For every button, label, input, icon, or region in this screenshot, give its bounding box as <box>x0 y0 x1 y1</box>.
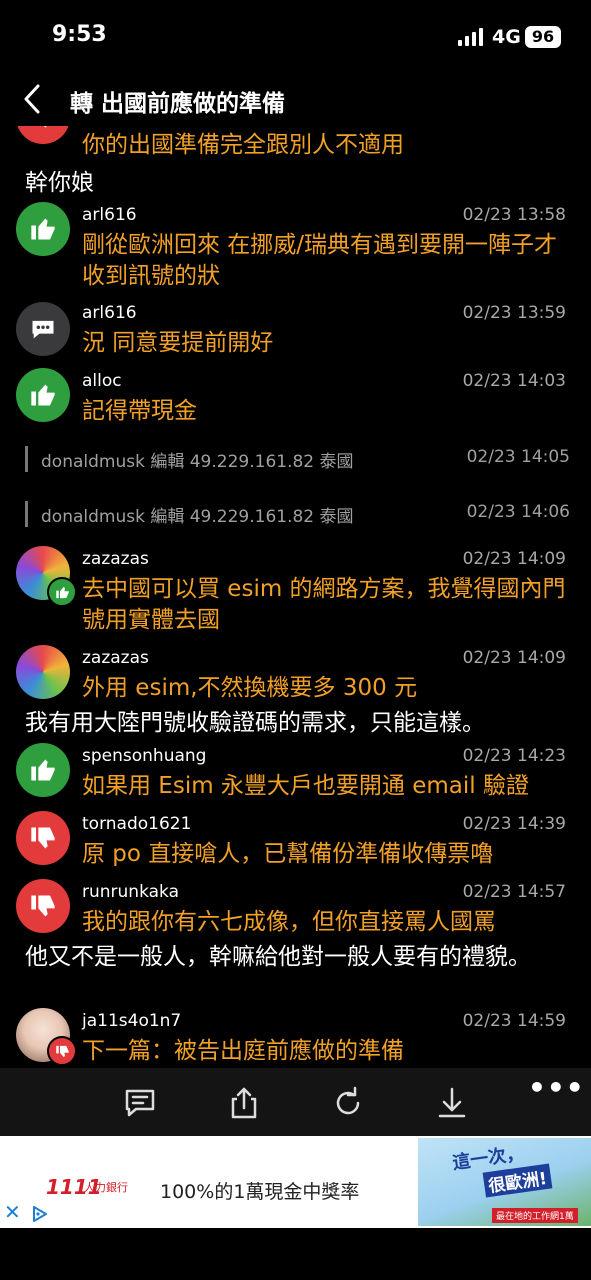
back-arrow-icon[interactable] <box>20 82 48 116</box>
download-button[interactable] <box>434 1085 470 1121</box>
comment-timestamp: 02/23 14:59 <box>462 1011 566 1031</box>
status-time: 9:53 <box>52 22 107 47</box>
comment-username[interactable]: zazazas <box>82 648 149 668</box>
thumbs-up-icon <box>31 218 55 240</box>
ad-text[interactable]: 100%的1萬現金中獎率 <box>160 1177 359 1204</box>
thumbs-down-icon <box>31 895 55 917</box>
close-ad-icon[interactable]: ✕ <box>4 1202 21 1222</box>
comment-timestamp: 02/23 13:58 <box>462 205 566 225</box>
edit-log-text: donaldmusk 編輯 49.229.161.82 泰國 <box>41 452 354 472</box>
comment-button[interactable] <box>122 1085 158 1121</box>
edit-log-timestamp: 02/23 14:05 <box>466 447 570 467</box>
comment-text: 下一篇：被告出庭前應做的準備 <box>82 1038 404 1064</box>
comment-text: 剛從歐洲回來 在挪威/瑞典有遇到要開一陣子才收到訊號的狀 <box>82 232 558 289</box>
downvote-avatar <box>16 811 70 865</box>
user-avatar[interactable] <box>16 645 70 699</box>
refresh-icon <box>336 1086 360 1115</box>
advertiser-logo: 1111 人力銀行 <box>46 1175 128 1199</box>
comment-username[interactable]: ja11s4o1n7 <box>82 1011 181 1031</box>
comment-item: ja11s4o1n7 02/23 14:59 下一篇：被告出庭前應做的準備 <box>0 1008 591 1068</box>
upvote-avatar <box>16 368 70 422</box>
comment-item: 你的出國準備完全跟別人不適用 <box>0 126 591 160</box>
comment-item: runrunkaka 02/23 14:57 我的跟你有六七成像，但你直接罵人國… <box>0 879 591 939</box>
comment-username[interactable]: runrunkaka <box>82 882 179 902</box>
thumbs-up-icon <box>31 759 55 781</box>
bottom-toolbar: ••• <box>0 1068 591 1136</box>
comment-text: 你的出國準備完全跟別人不適用 <box>82 132 404 158</box>
comment-username[interactable]: zazazas <box>82 549 149 569</box>
comment-icon <box>125 1089 155 1117</box>
thumbs-up-icon <box>56 586 69 599</box>
comment-timestamp: 02/23 14:09 <box>462 648 566 668</box>
share-button[interactable] <box>226 1085 262 1121</box>
thumbs-down-icon <box>56 1045 69 1058</box>
edit-log-entry: donaldmusk 編輯 49.229.161.82 泰國 02/23 14:… <box>25 499 570 529</box>
more-icon[interactable]: ••• <box>528 1071 585 1104</box>
refresh-button[interactable] <box>330 1085 366 1121</box>
page-title: 轉 出國前應做的準備 <box>70 91 286 117</box>
comment-item: tornado1621 02/23 14:39 原 po 直接嗆人，已幫備份準備… <box>0 811 591 871</box>
comment-timestamp: 02/23 14:23 <box>462 746 566 766</box>
thumbs-down-icon <box>44 126 47 128</box>
comment-timestamp: 02/23 14:39 <box>462 814 566 834</box>
neutral-avatar <box>16 302 70 356</box>
ad-image[interactable]: 這一次， 很歐洲! 最在地的工作網1萬 <box>418 1138 591 1226</box>
continuation-text: 他又不是一般人，幹嘛給他對一般人要有的禮貌。 <box>25 944 531 970</box>
comment-text: 我的跟你有六七成像，但你直接罵人國罵 <box>82 909 496 935</box>
ad-banner[interactable]: 1111 人力銀行 100%的1萬現金中獎率 這一次， 很歐洲! 最在地的工作網… <box>0 1136 591 1228</box>
comment-item: arl616 02/23 13:58 剛從歐洲回來 在挪威/瑞典有遇到要開一陣子… <box>0 202 591 294</box>
logo-text: 人力銀行 <box>84 1181 128 1194</box>
downvote-avatar <box>16 126 70 144</box>
comment-text: 去中國可以買 esim 的網路方案，我覺得國內門號用實體去國 <box>82 576 566 633</box>
comment-text: 外用 esim,不然換機要多 300 元 <box>82 675 418 701</box>
comment-timestamp: 02/23 14:57 <box>462 882 566 902</box>
comment-item: zazazas 02/23 14:09 外用 esim,不然換機要多 300 元 <box>0 645 591 705</box>
comment-text: 記得帶現金 <box>82 398 197 424</box>
status-bar: 9:53 4G 96 <box>0 0 591 70</box>
comment-item: spensonhuang 02/23 14:23 如果用 Esim 永豐大戶也要… <box>0 743 591 803</box>
comment-username[interactable]: tornado1621 <box>82 814 191 834</box>
continuation-text: 幹你娘 <box>25 170 94 196</box>
app-header: 轉 出國前應做的準備 <box>0 72 591 126</box>
upvote-badge <box>47 577 77 607</box>
edit-log-text: donaldmusk 編輯 49.229.161.82 泰國 <box>41 507 354 527</box>
downvote-avatar <box>16 879 70 933</box>
adchoices-icon[interactable] <box>30 1204 50 1224</box>
comment-username[interactable]: arl616 <box>82 205 137 225</box>
comment-timestamp: 02/23 14:03 <box>462 371 566 391</box>
thumbs-down-icon <box>31 827 55 849</box>
downvote-badge <box>47 1036 77 1066</box>
comment-timestamp: 02/23 13:59 <box>462 303 566 323</box>
comment-item: alloc 02/23 14:03 記得帶現金 <box>0 368 591 428</box>
comment-username[interactable]: alloc <box>82 371 122 391</box>
battery-indicator: 96 <box>525 26 561 48</box>
share-icon <box>231 1087 257 1119</box>
comment-item: arl616 02/23 13:59 況 同意要提前開好 <box>0 300 591 360</box>
upvote-avatar <box>16 202 70 256</box>
comment-username[interactable]: spensonhuang <box>82 746 206 766</box>
comment-timestamp: 02/23 14:09 <box>462 549 566 569</box>
continuation-text: 我有用大陸門號收驗證碼的需求，只能這樣。 <box>25 710 485 736</box>
comment-feed[interactable]: 你的出國準備完全跟別人不適用 幹你娘 arl616 02/23 13:58 剛從… <box>0 126 591 1068</box>
comment-item: zazazas 02/23 14:09 去中國可以買 esim 的網路方案，我覺… <box>0 546 591 642</box>
download-icon <box>438 1087 466 1118</box>
chat-bubble-icon <box>32 320 54 339</box>
ad-image-button: 最在地的工作網1萬 <box>492 1208 578 1223</box>
comment-text: 原 po 直接嗆人，已幫備份準備收傳票嚕 <box>82 841 494 867</box>
comment-username[interactable]: arl616 <box>82 303 137 323</box>
thumbs-up-icon <box>31 384 55 406</box>
edit-log-entry: donaldmusk 編輯 49.229.161.82 泰國 02/23 14:… <box>25 444 570 474</box>
upvote-avatar <box>16 743 70 797</box>
comment-text: 況 同意要提前開好 <box>82 330 274 356</box>
network-type: 4G <box>492 26 521 48</box>
edit-log-timestamp: 02/23 14:06 <box>466 502 570 522</box>
signal-icon <box>458 28 483 46</box>
comment-text: 如果用 Esim 永豐大戶也要開通 email 驗證 <box>82 773 529 799</box>
